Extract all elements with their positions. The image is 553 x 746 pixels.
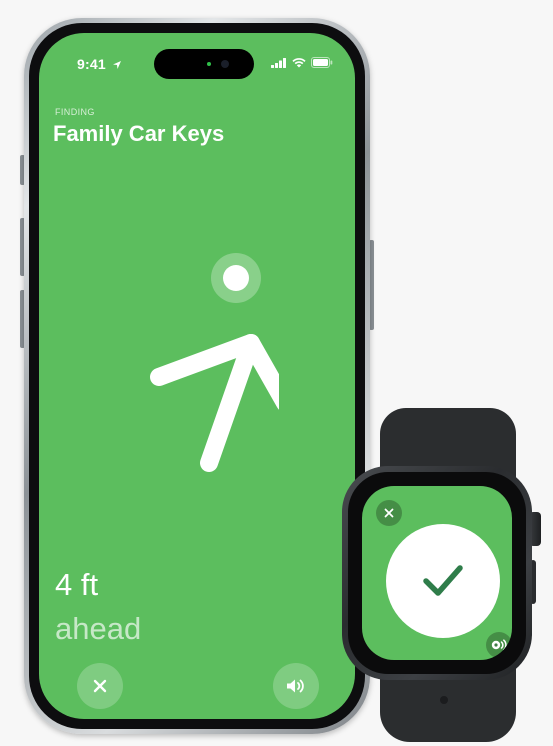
location-arrow-icon bbox=[112, 61, 121, 69]
watch-screen bbox=[362, 486, 512, 660]
finding-label: FINDING bbox=[55, 107, 95, 117]
wifi-icon bbox=[292, 57, 306, 67]
band-hole bbox=[440, 696, 448, 704]
status-time-text: 9:41 bbox=[77, 56, 106, 72]
play-sound-button[interactable] bbox=[273, 663, 319, 709]
camera-lens bbox=[221, 60, 229, 68]
close-icon bbox=[93, 679, 107, 693]
item-title: Family Car Keys bbox=[53, 121, 225, 146]
watch-close-button[interactable] bbox=[376, 500, 402, 526]
close-button[interactable] bbox=[77, 663, 123, 709]
product-scene: 9:41 FINDING Family Car Keys 4 ft ahead bbox=[0, 0, 553, 746]
camera-indicator bbox=[207, 62, 211, 66]
speaker-icon bbox=[287, 679, 304, 693]
target-dot bbox=[223, 265, 249, 291]
cellular-signal-icon bbox=[271, 57, 286, 68]
direction-arrow-icon bbox=[150, 334, 279, 472]
status-bar-time: 9:41 bbox=[77, 56, 122, 72]
watch-bezel bbox=[348, 472, 526, 674]
phone-screen: 9:41 FINDING Family Car Keys 4 ft ahead bbox=[39, 33, 355, 719]
distance-direction: ahead bbox=[55, 611, 142, 646]
dynamic-island bbox=[154, 49, 254, 79]
status-bar-icons bbox=[271, 57, 333, 68]
phone-bezel: 9:41 FINDING Family Car Keys 4 ft ahead bbox=[29, 23, 365, 729]
play-sound-icon bbox=[491, 639, 507, 651]
checkmark-icon bbox=[423, 565, 463, 596]
found-indicator bbox=[386, 524, 500, 638]
battery-icon bbox=[311, 57, 333, 68]
iphone: 9:41 FINDING Family Car Keys 4 ft ahead bbox=[24, 18, 370, 734]
apple-watch bbox=[342, 466, 532, 680]
distance-value: 4 ft bbox=[55, 567, 99, 602]
watch-play-sound-button[interactable] bbox=[486, 632, 512, 658]
close-icon bbox=[384, 508, 394, 518]
